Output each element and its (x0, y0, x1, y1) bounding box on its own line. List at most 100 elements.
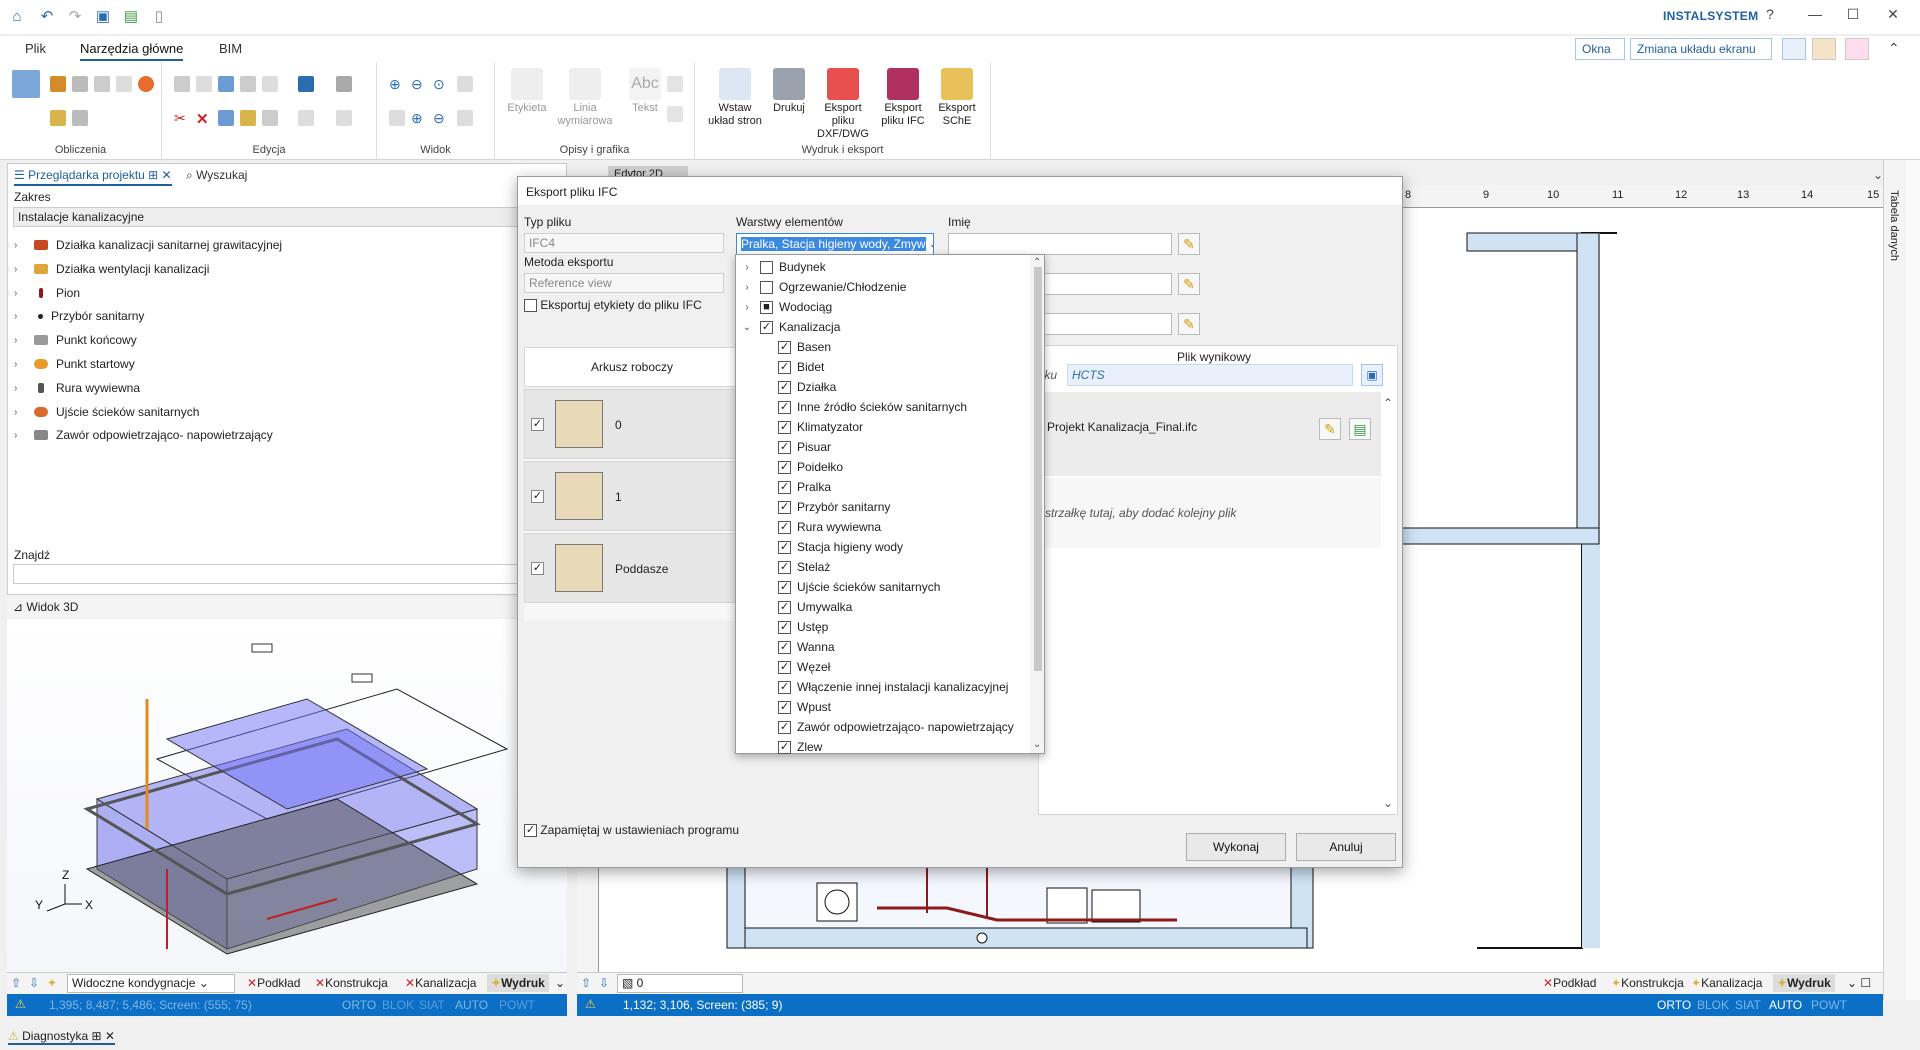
layer-checkbox[interactable]: ✓ (778, 740, 791, 754)
tab-kanalizacja[interactable]: ✦Kanalizacja (1691, 976, 1762, 990)
layer-tree-item[interactable]: ✓ Działka (736, 377, 1028, 397)
eksport-dxf-button[interactable]: Eksport pliku DXF/DWG (813, 68, 873, 141)
mode-blok[interactable]: BLOK (382, 998, 414, 1012)
paste-icon[interactable] (174, 76, 190, 92)
level-down-icon[interactable]: ⇩ (599, 976, 609, 990)
layer-tree-item[interactable]: ✓ Umywalka (736, 597, 1028, 617)
layer-tree-item[interactable]: ✓ Rura wywiewna (736, 517, 1028, 537)
layer-tree-item[interactable]: ✓ Wpust (736, 697, 1028, 717)
tab-diagnostics[interactable]: ⚠ Diagnostyka ⊞ ✕ (8, 1029, 115, 1045)
tree-item[interactable]: › Zawór odpowietrzająco- napowietrzający (14, 425, 273, 445)
output-name-field[interactable]: HCTS (1067, 364, 1353, 386)
layer-tree-item[interactable]: ✓ Klimatyzator (736, 417, 1028, 437)
tab-wydruk[interactable]: ✦Wydruk (1773, 974, 1835, 992)
tree-item[interactable]: › Pion (14, 283, 80, 303)
layer-tree-item[interactable]: ✓ Zawór odpowietrzająco- napowietrzający (736, 717, 1028, 737)
layer-checkbox[interactable]: ✓ (760, 320, 773, 334)
zoom-window-icon[interactable]: ⊙ (433, 76, 449, 92)
layer-checkbox[interactable]: ✓ (778, 680, 791, 694)
tab-narzedzia-glowne[interactable]: Narzędzia główne (80, 41, 184, 61)
layer-tree-item[interactable]: ✓ Pisuar (736, 437, 1028, 457)
wykonaj-button[interactable]: Wykonaj (1186, 833, 1286, 861)
layer-checkbox[interactable]: ✓ (778, 340, 791, 354)
mode-powt[interactable]: POWT (1811, 998, 1847, 1012)
layer-checkbox[interactable]: ✓ (778, 480, 791, 494)
mode-siat[interactable]: SIAT (419, 998, 445, 1012)
layer-checkbox[interactable]: ✓ (778, 400, 791, 414)
fire-icon[interactable] (138, 76, 154, 92)
tab-konstrukcja[interactable]: ✕Konstrukcja (315, 976, 388, 990)
zoom-in-icon[interactable]: ⊕ (389, 76, 405, 92)
tree-item[interactable]: › Przybór sanitarny (14, 306, 144, 326)
vertical-scrollbar[interactable] (1906, 160, 1920, 1000)
layer-tree-item[interactable]: ✓ Stelaż (736, 557, 1028, 577)
more-tabs-icon[interactable]: ⌄ ☐ (1847, 976, 1871, 990)
mode-powt[interactable]: POWT (499, 998, 535, 1012)
layer-tree-item[interactable]: › ■ Wodociąg (736, 297, 1028, 317)
layout-dropdown[interactable]: Zmiana układu ekranu ⌄ (1630, 38, 1772, 70)
tab-wydruk[interactable]: ✦Wydruk (487, 974, 549, 992)
align-icon[interactable] (240, 110, 256, 126)
undo-icon[interactable]: ↶ (38, 7, 56, 25)
color-icon[interactable] (1845, 38, 1869, 60)
dropdown-scroll-down-icon[interactable]: ⌄ (1033, 739, 1041, 750)
layer-tree-item[interactable]: ✓ Inne źródło ścieków sanitarnych (736, 397, 1028, 417)
linia-wymiarowa-button[interactable]: Linia wymiarowa (555, 68, 615, 128)
pipe-calc-icon[interactable] (50, 76, 66, 92)
tab-podklad[interactable]: ✕Podkład (247, 976, 300, 990)
layer-tree-item[interactable]: ✓ Poidełko (736, 457, 1028, 477)
scope-select[interactable]: Instalacje kanalizacyjne (13, 207, 561, 227)
output-file-row[interactable]: Projekt Kanalizacja_Final.ifc ✎ ▤ (1039, 392, 1381, 476)
pion-icon[interactable] (298, 76, 314, 92)
remember-checkbox[interactable]: ✓ Zapamiętaj w ustawieniach programu (524, 823, 739, 838)
wstaw-uklad-button[interactable]: Wstaw układ stron (705, 68, 765, 128)
view-frame-icon[interactable] (457, 110, 473, 126)
home-icon[interactable]: ⌂ (8, 7, 26, 25)
maximize-icon[interactable]: ☐ (1838, 6, 1868, 26)
layers-icon[interactable] (1812, 38, 1836, 60)
dropdown-scroll-thumb[interactable] (1034, 267, 1042, 671)
undo-edit-icon[interactable] (218, 76, 234, 92)
level-up-icon[interactable]: ⇧ (11, 976, 21, 990)
output-scroll-up-icon[interactable]: ⌃ (1383, 396, 1393, 410)
export-labels-checkbox[interactable]: Eksportuj etykiety do pliku IFC (524, 298, 702, 313)
layer-checkbox[interactable]: ✓ (778, 360, 791, 374)
tree-item[interactable]: › Działka kanalizacji sanitarnej grawitac… (14, 235, 282, 255)
grid-icon[interactable] (667, 106, 683, 122)
cut-icon[interactable]: ✂ (174, 110, 190, 126)
tree-item[interactable]: › Działka wentylacji kanalizacji (14, 259, 209, 279)
tree-item[interactable]: › Ujście ścieków sanitarnych (14, 402, 199, 422)
tab-konstrukcja[interactable]: ✦Konstrukcja (1611, 976, 1684, 990)
layer-checkbox[interactable] (760, 260, 773, 274)
open-icon[interactable]: ▤ (122, 7, 140, 25)
layer-checkbox[interactable]: ✓ (778, 380, 791, 394)
tab-search[interactable]: ⌕ Wyszukaj (186, 168, 247, 183)
layer-tree-item[interactable]: › Budynek (736, 257, 1028, 277)
edit-output-icon[interactable]: ✎ (1319, 418, 1341, 440)
file-type-field[interactable]: IFC4 (524, 233, 724, 253)
close-icon[interactable]: ✕ (1878, 6, 1908, 26)
building-icon[interactable] (72, 76, 88, 92)
layer-tree-item[interactable]: ⌄ ✓ Kanalizacja (736, 317, 1028, 337)
tab-bim[interactable]: BIM (219, 41, 242, 56)
layer-tree-item[interactable]: ✓ Przybór sanitarny (736, 497, 1028, 517)
layer-tree-item[interactable]: ✓ Włączenie innej instalacji kanalizacyjn… (736, 677, 1028, 697)
layer-checkbox[interactable]: ✓ (778, 720, 791, 734)
select-icon[interactable] (336, 110, 352, 126)
new-file-icon[interactable]: ▯ (150, 7, 168, 25)
copy-level-icon[interactable] (72, 110, 88, 126)
method-field[interactable]: Reference view (524, 273, 724, 293)
side-tab-data-table[interactable]: Tabela danych (1888, 190, 1900, 261)
tree-item[interactable]: › Punkt startowy (14, 354, 135, 374)
eksport-sche-button[interactable]: Eksport SChE (927, 68, 987, 128)
window-help-icon[interactable]: ? (1755, 6, 1785, 26)
redo-icon[interactable]: ↷ (66, 7, 84, 25)
delete-icon[interactable]: ✕ (196, 110, 212, 128)
sheet-row[interactable]: ✓ 0 (524, 389, 736, 459)
output-scroll-down-icon[interactable]: ⌄ (1383, 796, 1393, 810)
layer-checkbox[interactable]: ✓ (778, 460, 791, 474)
layer-tree-item[interactable]: ✓ Ujście ścieków sanitarnych (736, 577, 1028, 597)
expand-chevron-icon[interactable]: › (740, 262, 754, 273)
expand-chevron-icon[interactable]: › (740, 282, 754, 293)
zoom-extents-icon[interactable] (457, 76, 473, 92)
